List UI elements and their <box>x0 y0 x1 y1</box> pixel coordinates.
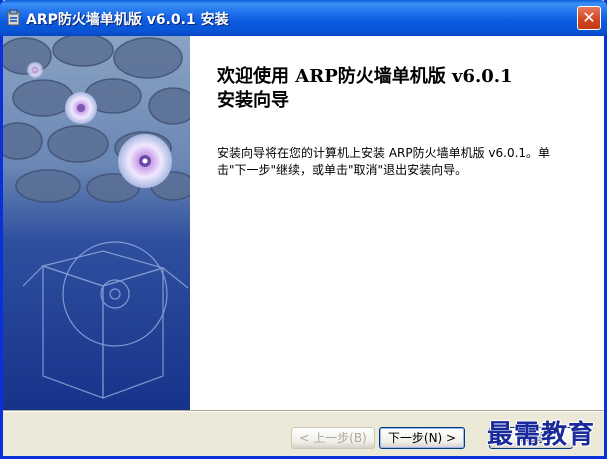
installer-app-icon <box>7 9 20 26</box>
wizard-side-banner <box>3 36 190 410</box>
banner-artwork <box>3 36 190 410</box>
next-button[interactable]: 下一步(N) > <box>379 427 465 449</box>
heading-line-1: 欢迎使用 ARP防火墙单机版 v6.0.1 <box>217 66 513 87</box>
close-icon: ✕ <box>582 8 596 27</box>
installer-window: ARP防火墙单机版 v6.0.1 安装 ✕ 欢迎使用 ARP防火墙单机版 v6.… <box>0 0 607 459</box>
heading-line-2: 安装向导 <box>217 90 289 111</box>
wizard-content: 欢迎使用 ARP防火墙单机版 v6.0.1 安装向导 安装向导将在您的计算机上安… <box>190 36 604 410</box>
window-title: ARP防火墙单机版 v6.0.1 安装 <box>26 12 229 28</box>
wizard-description: 安装向导将在您的计算机上安装 ARP防火墙单机版 v6.0.1。单击"下一步"继… <box>217 146 551 177</box>
back-button[interactable]: < 上一步(B) <box>291 427 375 449</box>
close-button[interactable]: ✕ <box>577 6 601 30</box>
wizard-heading: 欢迎使用 ARP防火墙单机版 v6.0.1 安装向导 <box>217 65 597 113</box>
title-bar[interactable]: ARP防火墙单机版 v6.0.1 安装 ✕ <box>0 0 607 36</box>
footer-divider <box>3 410 604 412</box>
watermark-logo: 最需教育 <box>487 420 596 450</box>
